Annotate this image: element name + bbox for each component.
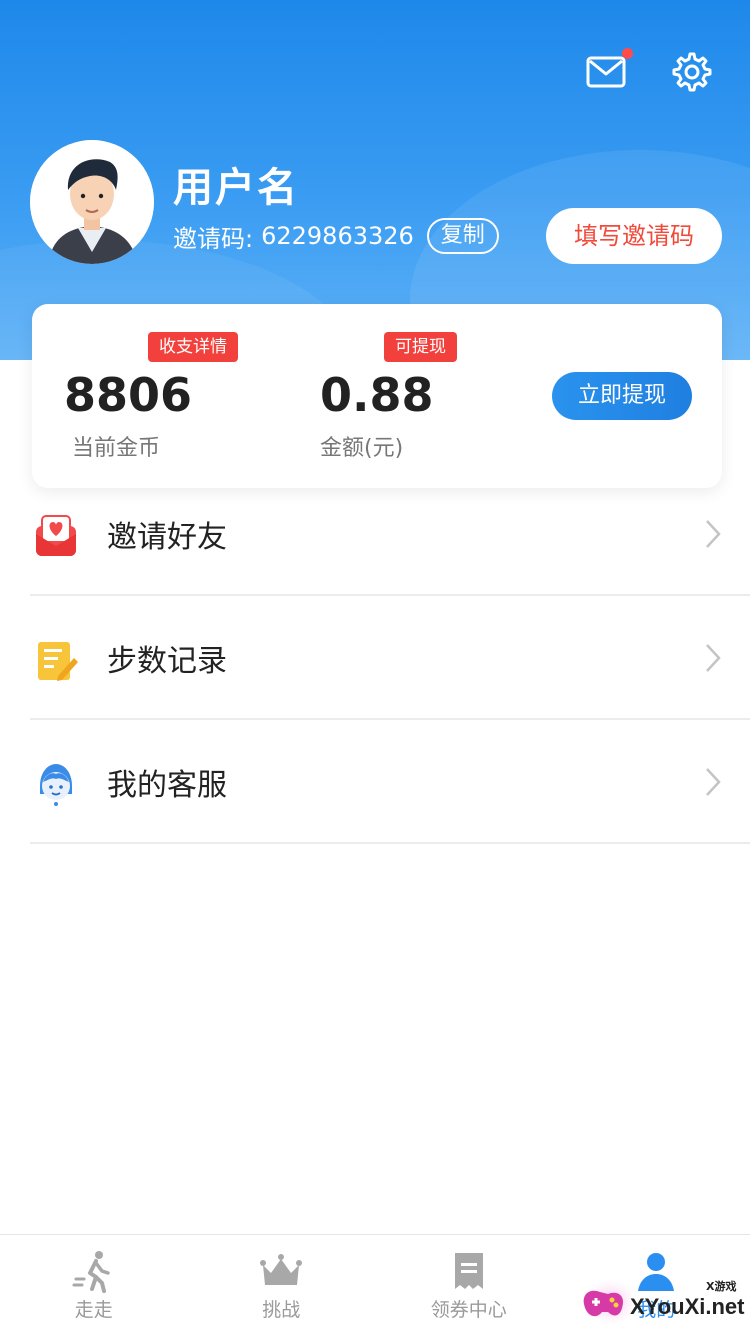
gamepad-logo-icon xyxy=(583,1280,636,1324)
tab-walk[interactable]: 走走 xyxy=(0,1235,188,1334)
gift-heart-icon xyxy=(32,512,80,560)
menu-item-label: 我的客服 xyxy=(107,768,227,803)
withdrawable-tag: 可提现 xyxy=(384,332,457,362)
menu-item-customer-service[interactable]: 我的客服 xyxy=(30,738,750,844)
invite-code-label: 邀请码: xyxy=(173,224,254,253)
walking-icon xyxy=(72,1249,116,1293)
coins-label: 当前金币 xyxy=(72,436,161,461)
menu-item-step-records[interactable]: 步数记录 xyxy=(30,614,750,720)
amount-value: 0.88 xyxy=(320,368,434,422)
unread-dot xyxy=(622,48,633,59)
tab-challenge[interactable]: 挑战 xyxy=(188,1235,376,1334)
mail-icon[interactable] xyxy=(585,48,633,94)
fill-invite-code-button[interactable]: 填写邀请码 xyxy=(546,208,722,264)
username: 用户名 xyxy=(173,165,299,211)
withdraw-button[interactable]: 立即提现 xyxy=(552,372,692,420)
site-watermark: X游戏 XYouXi.net xyxy=(578,1276,750,1332)
gear-icon[interactable] xyxy=(670,50,714,94)
tab-label: 挑战 xyxy=(262,1299,301,1321)
wallet-card: 收支详情 可提现 8806 当前金币 0.88 金额(元) 立即提现 xyxy=(32,304,722,488)
notepad-pencil-icon xyxy=(32,636,80,684)
customer-service-icon xyxy=(32,760,80,808)
tab-label: 走走 xyxy=(74,1299,113,1321)
chevron-right-icon xyxy=(704,642,722,674)
chevron-right-icon xyxy=(704,518,722,550)
coins-value: 8806 xyxy=(64,368,193,422)
coupon-icon xyxy=(447,1249,491,1293)
menu-item-label: 步数记录 xyxy=(107,644,227,679)
invite-code-row: 邀请码: 6229863326 复制 xyxy=(173,218,499,254)
menu-item-label: 邀请好友 xyxy=(107,520,227,555)
crown-icon xyxy=(259,1249,303,1293)
chevron-right-icon xyxy=(704,766,722,798)
amount-label: 金额(元) xyxy=(320,436,404,461)
invite-code-value: 6229863326 xyxy=(261,222,414,250)
watermark-subtext: X游戏 xyxy=(706,1280,737,1293)
avatar[interactable] xyxy=(30,140,154,264)
income-detail-tag[interactable]: 收支详情 xyxy=(148,332,238,362)
copy-button[interactable]: 复制 xyxy=(426,218,499,254)
menu-item-invite-friends[interactable]: 邀请好友 xyxy=(30,490,750,596)
tab-coupon-center[interactable]: 领券中心 xyxy=(375,1235,563,1334)
tab-label: 领券中心 xyxy=(430,1299,507,1321)
watermark-text: XYouXi.net xyxy=(630,1294,745,1319)
